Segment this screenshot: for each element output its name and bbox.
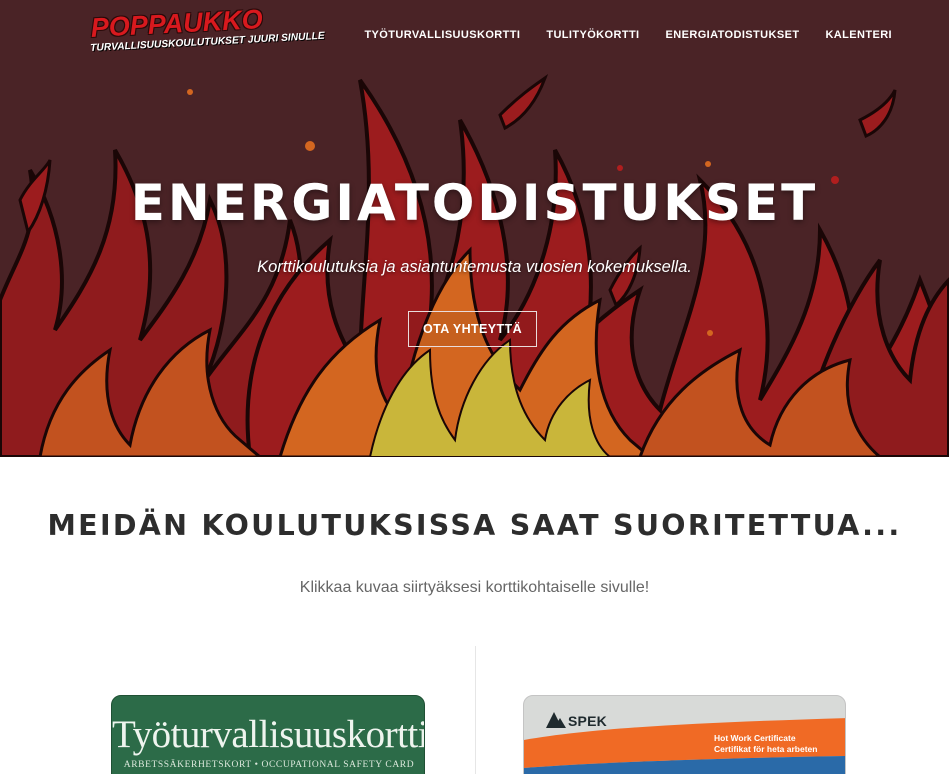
- main-nav: TYÖTURVALLISUUSKORTTI TULITYÖKORTTI ENER…: [364, 29, 892, 41]
- column-divider: [475, 646, 476, 774]
- spek-line-2: Certifikat för heta arbeten: [714, 744, 818, 754]
- hero-subtitle: Korttikoulutuksia ja asiantuntemusta vuo…: [257, 258, 692, 276]
- nav-item-tyoturvallisuuskortti[interactable]: TYÖTURVALLISUUSKORTTI: [364, 29, 520, 41]
- tyoturvallisuuskortti-card-image[interactable]: Työturvallisuuskortti ARBETSSÄKERHETSKOR…: [111, 695, 425, 774]
- section-subtitle: Klikkaa kuvaa siirtyäksesi korttikohtais…: [299, 579, 650, 596]
- card-title: Työturvallisuuskortti: [112, 713, 425, 756]
- spek-line-1: Hot Work Certificate: [714, 733, 796, 743]
- nav-item-kalenteri[interactable]: KALENTERI: [825, 29, 892, 41]
- tulityokortti-card-image[interactable]: SPEK Hot Work Certificate Certifikat för…: [523, 695, 846, 774]
- spek-card-graphic: [524, 712, 845, 774]
- card-subtitle: ARBETSSÄKERHETSKORT • OCCUPATIONAL SAFET…: [123, 760, 415, 770]
- poppaukko-logo[interactable]: POPPAUKKO TURVALLISUUSKOULUTUKSET JUURI …: [88, 4, 325, 65]
- hero-title: ENERGIATODISTUKSET: [130, 174, 819, 232]
- hero-section: POPPAUKKO TURVALLISUUSKOULUTUKSET JUURI …: [0, 0, 949, 457]
- section-title: MEIDÄN KOULUTUKSISSA SAAT SUORITETTUA...: [47, 509, 902, 542]
- nav-item-tulityokortti[interactable]: TULITYÖKORTTI: [546, 29, 639, 41]
- nav-item-energiatodistukset[interactable]: ENERGIATODISTUKSET: [666, 29, 800, 41]
- contact-button[interactable]: OTA YHTEYTTÄ: [408, 311, 537, 347]
- top-navbar: POPPAUKKO TURVALLISUUSKOULUTUKSET JUURI …: [0, 0, 949, 74]
- spek-logo-text: SPEK: [568, 713, 607, 729]
